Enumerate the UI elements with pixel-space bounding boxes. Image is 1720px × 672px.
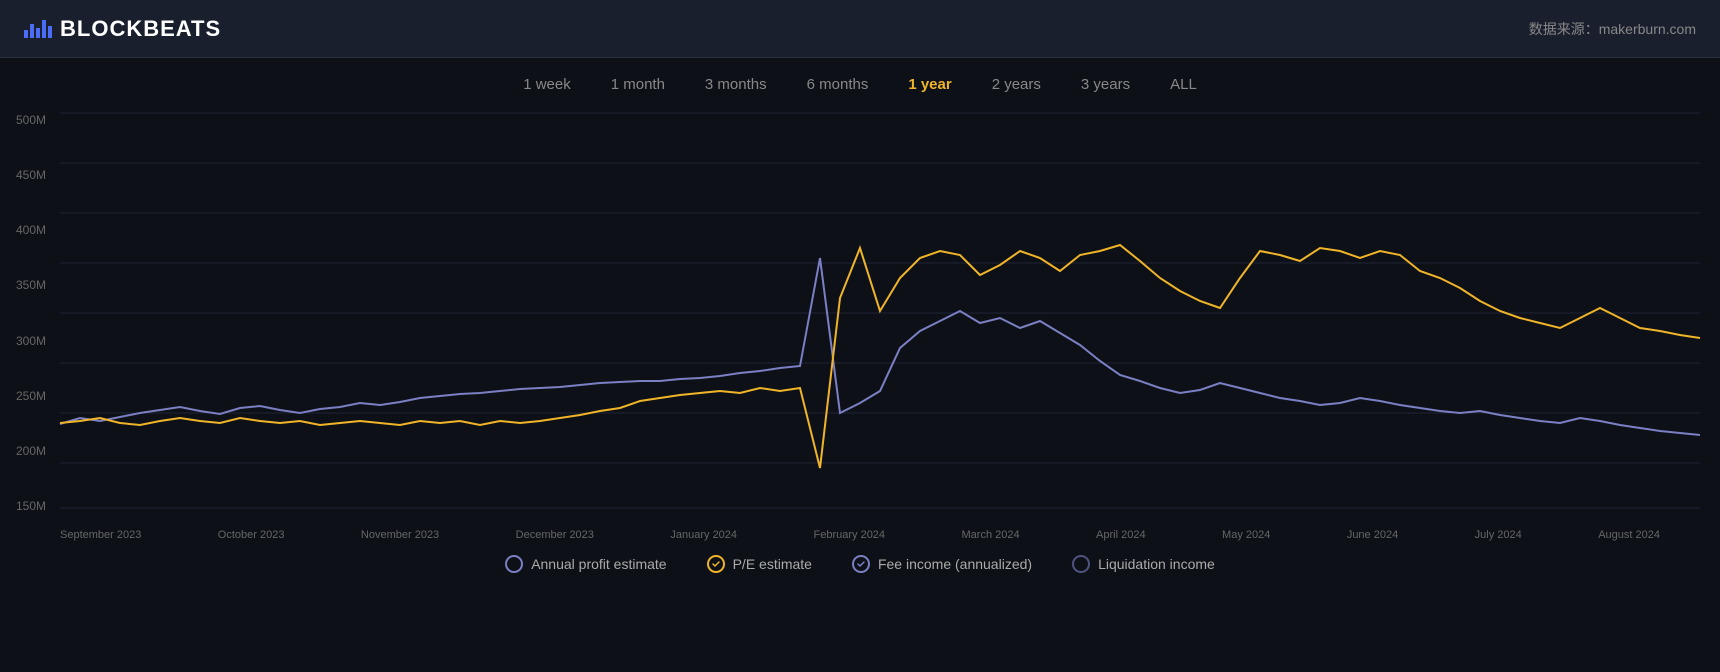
chart-container: 1 week 1 month 3 months 6 months 1 year … <box>0 58 1720 672</box>
legend-fee-income: Fee income (annualized) <box>852 555 1032 573</box>
x-label-may2024: May 2024 <box>1222 529 1270 541</box>
x-label-feb2024: February 2024 <box>814 529 886 541</box>
legend-label-liquidation: Liquidation income <box>1098 556 1215 572</box>
x-label-sep2023: September 2023 <box>60 529 141 541</box>
filter-1year[interactable]: 1 year <box>904 74 955 95</box>
legend-annual-profit: Annual profit estimate <box>505 555 666 573</box>
legend: Annual profit estimate P/E estimate Fee … <box>0 541 1720 583</box>
filter-3months[interactable]: 3 months <box>701 74 771 95</box>
legend-check-purple <box>852 555 870 573</box>
x-label-jan2024: January 2024 <box>670 529 737 541</box>
x-label-nov2023: November 2023 <box>361 529 439 541</box>
filter-all[interactable]: ALL <box>1166 74 1201 95</box>
x-label-aug2024: August 2024 <box>1598 529 1660 541</box>
legend-circle-purple <box>505 555 523 573</box>
chart-svg <box>0 103 1720 523</box>
legend-label-pe: P/E estimate <box>733 556 812 572</box>
gold-line <box>60 245 1700 468</box>
logo-icon <box>24 20 52 38</box>
legend-circle-liquidation <box>1072 555 1090 573</box>
x-label-jul2024: July 2024 <box>1475 529 1522 541</box>
filter-1month[interactable]: 1 month <box>607 74 669 95</box>
filter-3years[interactable]: 3 years <box>1077 74 1134 95</box>
logo-text: BLOCKBEATS <box>60 16 221 42</box>
legend-check-gold <box>707 555 725 573</box>
x-label-jun2024: June 2024 <box>1347 529 1398 541</box>
x-label-dec2023: December 2023 <box>516 529 594 541</box>
filter-1week[interactable]: 1 week <box>519 74 575 95</box>
legend-label-fee-income: Fee income (annualized) <box>878 556 1032 572</box>
x-label-apr2024: April 2024 <box>1096 529 1146 541</box>
legend-liquidation: Liquidation income <box>1072 555 1215 573</box>
chart-area: 500M 450M 400M 350M 300M 250M 200M 150M <box>0 103 1720 523</box>
source-attribution: 数据来源：makerburn.com <box>1529 19 1696 39</box>
filter-6months[interactable]: 6 months <box>803 74 873 95</box>
filter-2years[interactable]: 2 years <box>988 74 1045 95</box>
legend-pe-estimate: P/E estimate <box>707 555 812 573</box>
x-label-oct2023: October 2023 <box>218 529 285 541</box>
time-filter-bar: 1 week 1 month 3 months 6 months 1 year … <box>0 58 1720 103</box>
logo: BLOCKBEATS <box>24 16 221 42</box>
x-label-mar2024: March 2024 <box>962 529 1020 541</box>
legend-label-annual-profit: Annual profit estimate <box>531 556 666 572</box>
x-axis: September 2023 October 2023 November 202… <box>0 523 1720 541</box>
header: BLOCKBEATS 数据来源：makerburn.com <box>0 0 1720 58</box>
